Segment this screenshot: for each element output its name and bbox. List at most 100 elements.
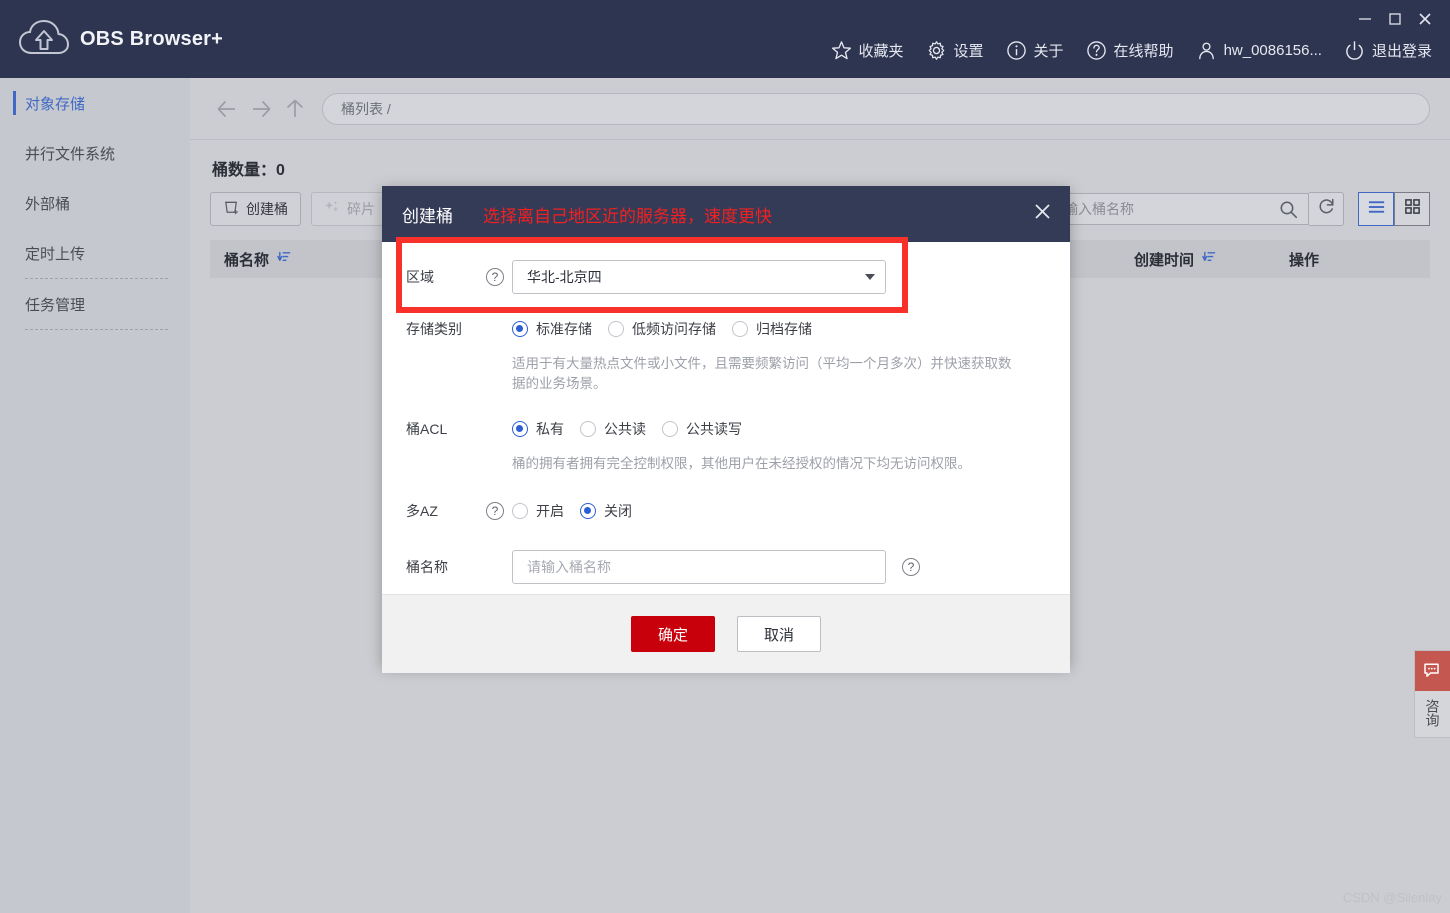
search-area: 请输入桶名称 xyxy=(1039,192,1430,226)
header-item-label: 收藏夹 xyxy=(858,43,904,60)
breadcrumb: 桶列表 / xyxy=(341,100,391,117)
header-item-logout[interactable]: 退出登录 xyxy=(1344,40,1432,61)
question-icon[interactable]: ? xyxy=(486,268,504,286)
bucket-name-placeholder: 请输入桶名称 xyxy=(527,559,611,575)
close-button[interactable] xyxy=(1410,6,1440,32)
dialog-header: 创建桶 选择离自己地区近的服务器，速度更快 xyxy=(382,186,1070,242)
bucket-count-label: 桶数量：0 xyxy=(212,162,285,179)
sidebar-item-task-management[interactable]: 任务管理 xyxy=(0,279,190,329)
header-item-label: 关于 xyxy=(1033,43,1064,60)
forward-button[interactable] xyxy=(244,92,278,126)
sort-icon[interactable] xyxy=(1202,250,1217,269)
list-view-icon xyxy=(1367,199,1386,220)
title-bar: OBS Browser+ 收藏夹 设置 关于 在线帮助 hw_0086156..… xyxy=(0,0,1450,78)
header-item-account[interactable]: hw_0086156... xyxy=(1196,40,1322,61)
view-toggle-group xyxy=(1358,192,1430,226)
refresh-button[interactable] xyxy=(1309,192,1344,226)
header-item-label: 退出登录 xyxy=(1371,43,1432,60)
field-bucket-name: 桶名称 请输入桶名称 ? xyxy=(382,550,1070,584)
sidebar-item-object-storage[interactable]: 对象存储 xyxy=(0,78,190,128)
maximize-button[interactable] xyxy=(1380,6,1410,32)
up-button[interactable] xyxy=(278,92,312,126)
search-input[interactable]: 请输入桶名称 xyxy=(1039,193,1309,225)
sidebar: 对象存储 并行文件系统 外部桶 定时上传 任务管理 xyxy=(0,78,190,913)
region-select[interactable]: 华北-北京四 xyxy=(512,260,886,294)
sparkle-icon xyxy=(324,199,341,219)
search-icon[interactable] xyxy=(1279,200,1298,219)
consult-widget[interactable]: 咨询 xyxy=(1414,650,1450,738)
multi-az-radio-group: 开启 关闭 xyxy=(512,501,648,521)
radio-multi-az-off[interactable]: 关闭 xyxy=(580,501,640,521)
create-bucket-dialog: 创建桶 选择离自己地区近的服务器，速度更快 区域 ? 华北-北京四 存储类别 标… xyxy=(382,186,1070,673)
list-view-button[interactable] xyxy=(1358,192,1394,226)
field-multi-az: 多AZ ? 开启 关闭 xyxy=(382,494,1070,528)
fragment-label: 碎片 xyxy=(347,201,375,217)
radio-public-read[interactable]: 公共读 xyxy=(580,419,654,439)
radio-public-read-write[interactable]: 公共读写 xyxy=(662,419,750,439)
field-storage-class: 存储类别 标准存储 低频访问存储 归档存储 xyxy=(382,312,1070,346)
chat-icon[interactable] xyxy=(1415,651,1450,691)
sidebar-item-scheduled-upload[interactable]: 定时上传 xyxy=(0,228,190,278)
header-item-label: hw_0086156... xyxy=(1223,42,1322,59)
radio-archive-storage[interactable]: 归档存储 xyxy=(732,319,820,339)
radio-label: 公共读 xyxy=(604,421,646,437)
sidebar-item-label: 并行文件系统 xyxy=(25,145,116,163)
sidebar-item-parallel-file-system[interactable]: 并行文件系统 xyxy=(0,128,190,178)
field-label-bucket-acl: 桶ACL xyxy=(406,421,448,437)
radio-dot xyxy=(662,421,678,437)
consult-label: 咨询 xyxy=(1424,699,1441,727)
radio-dot xyxy=(732,321,748,337)
radio-label: 公共读写 xyxy=(686,421,742,437)
header-item-about[interactable]: 关于 xyxy=(1006,40,1064,61)
header-menu: 收藏夹 设置 关于 在线帮助 hw_0086156... 退出登录 xyxy=(809,40,1432,61)
refresh-icon xyxy=(1317,197,1336,221)
column-create-time[interactable]: 创建时间 xyxy=(1120,249,1275,270)
grid-view-button[interactable] xyxy=(1394,192,1430,226)
confirm-button[interactable]: 确定 xyxy=(631,616,715,652)
create-bucket-label: 创建桶 xyxy=(246,201,288,217)
app-title: OBS Browser+ xyxy=(80,27,224,50)
radio-dot xyxy=(580,421,596,437)
dialog-footer: 确定 取消 xyxy=(382,594,1070,673)
window-controls[interactable] xyxy=(1350,6,1440,32)
sidebar-item-external-bucket[interactable]: 外部桶 xyxy=(0,178,190,228)
cloud-upload-logo-icon xyxy=(18,19,70,59)
header-item-favorites[interactable]: 收藏夹 xyxy=(831,40,904,61)
dialog-title: 创建桶 xyxy=(402,206,453,226)
radio-dot xyxy=(512,503,528,519)
radio-private[interactable]: 私有 xyxy=(512,419,572,439)
back-button[interactable] xyxy=(210,92,244,126)
field-label-region: 区域 xyxy=(406,269,434,285)
minimize-button[interactable] xyxy=(1350,6,1380,32)
close-icon[interactable] xyxy=(1033,202,1052,225)
column-label: 桶名称 xyxy=(224,251,270,269)
question-icon[interactable]: ? xyxy=(902,558,920,576)
sort-icon[interactable] xyxy=(277,250,292,269)
question-icon xyxy=(1086,40,1107,61)
breadcrumb-path-input[interactable]: 桶列表 / xyxy=(322,92,1430,125)
sidebar-item-label: 定时上传 xyxy=(25,245,86,263)
header-item-label: 在线帮助 xyxy=(1113,43,1174,60)
radio-multi-az-on[interactable]: 开启 xyxy=(512,501,572,521)
fragment-button[interactable]: 碎片 xyxy=(311,192,388,226)
header-item-settings[interactable]: 设置 xyxy=(926,40,984,61)
question-icon[interactable]: ? xyxy=(486,502,504,520)
user-icon xyxy=(1196,40,1217,61)
power-icon xyxy=(1344,40,1365,61)
radio-label: 关闭 xyxy=(604,503,632,519)
dialog-annotation: 选择离自己地区近的服务器，速度更快 xyxy=(483,206,772,226)
radio-standard-storage[interactable]: 标准存储 xyxy=(512,319,600,339)
radio-label: 归档存储 xyxy=(756,321,812,337)
create-bucket-button[interactable]: 创建桶 xyxy=(210,192,301,226)
bucket-name-input[interactable]: 请输入桶名称 xyxy=(512,550,886,584)
header-item-label: 设置 xyxy=(953,43,984,60)
radio-label: 开启 xyxy=(536,503,564,519)
storage-class-hint: 适用于有大量热点文件或小文件，且需要频繁访问（平均一个月多次）并快速获取数据的业… xyxy=(512,356,1012,391)
info-icon xyxy=(1006,40,1027,61)
sidebar-divider xyxy=(25,329,168,330)
column-label: 操作 xyxy=(1289,251,1320,269)
radio-infrequent-access-storage[interactable]: 低频访问存储 xyxy=(608,319,724,339)
radio-dot xyxy=(512,321,528,337)
header-item-online-help[interactable]: 在线帮助 xyxy=(1086,40,1174,61)
cancel-button[interactable]: 取消 xyxy=(737,616,821,652)
